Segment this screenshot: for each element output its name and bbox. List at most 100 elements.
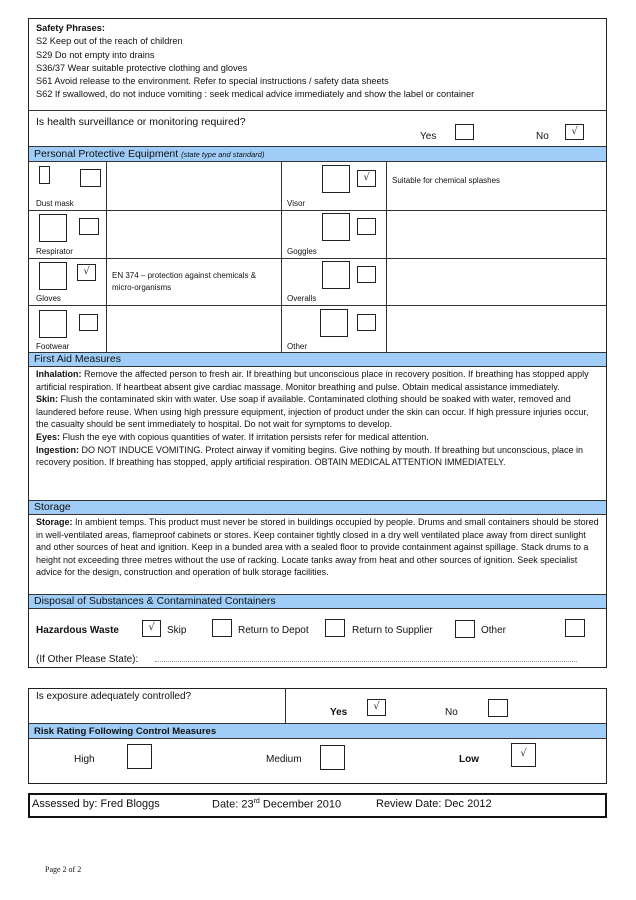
return-to-supplier-checkbox[interactable] <box>325 619 345 637</box>
return-to-depot-checkbox[interactable] <box>212 619 232 637</box>
disposal-heading: Disposal of Substances & Contaminated Co… <box>34 595 276 607</box>
exposure-divider <box>285 689 286 723</box>
assessment-date-prefix: Date: 23 <box>212 798 254 811</box>
first-aid-eyes: Eyes: Flush the eye with copious quantit… <box>36 431 602 444</box>
risk-rating-heading: Risk Rating Following Control Measures <box>34 726 217 737</box>
divider <box>28 110 607 111</box>
first-aid-eyes-text: Flush the eye with copious quantities of… <box>60 431 429 442</box>
safety-phrase-item: S61 Avoid release to the environment. Re… <box>36 76 389 87</box>
health-surveillance-yes-label: Yes <box>420 131 437 142</box>
health-surveillance-yes-checkbox[interactable] <box>455 124 474 140</box>
ppe-grid-line <box>28 258 607 259</box>
overalls-label: Overalls <box>287 294 317 303</box>
other-ppe-checkbox[interactable] <box>357 314 376 331</box>
first-aid-ingestion: Ingestion: DO NOT INDUCE VOMITING. Prote… <box>36 444 602 469</box>
storage-section-header: Storage <box>29 500 606 515</box>
visor-image-placeholder <box>322 165 350 193</box>
ppe-grid-line <box>106 162 107 352</box>
ppe-section-header: Personal Protective Equipment (state typ… <box>29 146 606 162</box>
first-aid-skin-text: Flush the contaminated skin with water. … <box>36 394 589 430</box>
footwear-image-placeholder <box>39 310 67 338</box>
safety-phrase-item: S36/37 Wear suitable protective clothing… <box>36 62 248 73</box>
first-aid-skin-label: Skin: <box>36 394 59 405</box>
overalls-checkbox[interactable] <box>357 266 376 283</box>
assessed-by: Assessed by: Fred Bloggs <box>32 798 160 810</box>
risk-high-checkbox[interactable] <box>127 744 152 769</box>
exposure-no-label: No <box>445 707 458 718</box>
goggles-label: Goggles <box>287 247 317 256</box>
other-disposal-label: Other <box>481 625 507 636</box>
dust-mask-label: Dust mask <box>36 199 74 208</box>
first-aid-text: Inhalation: Remove the affected person t… <box>36 368 602 469</box>
ppe-grid-line <box>386 162 387 352</box>
ppe-heading: Personal Protective Equipment <box>34 148 179 160</box>
safety-phrase-item: S2 Keep out of the reach of children <box>36 36 183 47</box>
storage-label: Storage: <box>36 517 73 527</box>
gloves-label: Gloves <box>36 294 61 303</box>
assessment-date: Date: 23rd December 2010 <box>212 798 341 811</box>
goggles-image-placeholder <box>322 213 350 241</box>
safety-phrases-block: Safety Phrases: S2 Keep out of the reach… <box>36 22 596 102</box>
ppe-grid-line <box>28 210 607 211</box>
risk-high-label: High <box>74 754 95 765</box>
first-aid-skin: Skin: Flush the contaminated skin with w… <box>36 393 602 431</box>
gloves-note: EN 374 – protection against chemicals & … <box>112 271 257 292</box>
first-aid-section-header: First Aid Measures <box>29 352 606 367</box>
risk-low-checkbox[interactable]: √ <box>511 743 536 767</box>
footwear-checkbox[interactable] <box>79 314 98 331</box>
first-aid-ingestion-text: DO NOT INDUCE VOMITING. Protect airway i… <box>36 444 584 468</box>
other-ppe-image-placeholder <box>320 309 348 337</box>
first-aid-ingestion-label: Ingestion: <box>36 444 79 455</box>
respirator-label: Respirator <box>36 247 73 256</box>
return-to-supplier-label: Return to Supplier <box>352 625 433 636</box>
exposure-yes-checkbox[interactable]: √ <box>367 699 386 716</box>
visor-label: Visor <box>287 199 306 208</box>
ppe-grid-line <box>28 305 607 306</box>
footwear-label: Footwear <box>36 342 70 351</box>
skip-label: Skip <box>167 625 187 636</box>
health-surveillance-no-checkbox[interactable]: √ <box>565 124 584 140</box>
goggles-checkbox[interactable] <box>357 218 376 235</box>
storage-heading: Storage <box>34 501 71 513</box>
safety-phrases-heading: Safety Phrases: <box>36 23 105 33</box>
other-ppe-label: Other <box>287 342 308 351</box>
other-please-state-field[interactable] <box>155 655 577 662</box>
health-surveillance-question: Is health surveillance or monitoring req… <box>36 116 246 128</box>
risk-rating-section-header: Risk Rating Following Control Measures <box>29 723 606 739</box>
other-disposal-extra-checkbox[interactable] <box>565 619 585 637</box>
review-date: Review Date: Dec 2012 <box>376 798 492 810</box>
dust-mask-checkbox[interactable] <box>80 169 101 187</box>
return-to-depot-label: Return to Depot <box>238 625 309 636</box>
ppe-heading-note: (state type and standard) <box>181 150 265 159</box>
risk-medium-label: Medium <box>266 754 302 765</box>
storage-text: Storage: In ambient temps. This product … <box>36 516 602 579</box>
other-please-state-label: (If Other Please State): <box>36 654 139 665</box>
overalls-image-placeholder <box>322 261 350 289</box>
disposal-section-header: Disposal of Substances & Contaminated Co… <box>29 594 606 609</box>
respirator-image-placeholder <box>39 214 67 242</box>
first-aid-eyes-label: Eyes: <box>36 431 61 442</box>
storage-body: In ambient temps. This product must neve… <box>36 517 599 578</box>
assessment-date-suffix: December 2010 <box>259 798 342 811</box>
safety-phrase-item: S62 If swallowed, do not induce vomiting… <box>36 89 475 100</box>
visor-note: Suitable for chemical splashes <box>392 176 501 185</box>
skip-checkbox[interactable]: √ <box>142 620 161 637</box>
risk-low-label: Low <box>459 754 479 765</box>
first-aid-inhalation-text: Remove the affected person to fresh air.… <box>36 369 589 392</box>
first-aid-inhalation-label: Inhalation: <box>36 369 82 379</box>
exposure-no-checkbox[interactable] <box>488 699 508 717</box>
exposure-yes-label: Yes <box>330 707 348 718</box>
page-number: Page 2 of 2 <box>45 865 82 874</box>
safety-phrase-item: S29 Do not empty into drains <box>36 49 155 60</box>
ppe-grid-line <box>281 162 282 352</box>
first-aid-heading: First Aid Measures <box>34 353 121 365</box>
health-surveillance-no-label: No <box>536 131 549 142</box>
gloves-checkbox[interactable]: √ <box>77 264 96 281</box>
exposure-question: Is exposure adequately controlled? <box>36 691 192 702</box>
dust-mask-image-placeholder <box>39 166 50 184</box>
risk-medium-checkbox[interactable] <box>320 745 345 770</box>
hazardous-waste-label: Hazardous Waste <box>36 625 119 636</box>
other-disposal-checkbox[interactable] <box>455 620 475 638</box>
visor-checkbox[interactable]: √ <box>357 170 376 187</box>
respirator-checkbox[interactable] <box>79 218 99 235</box>
